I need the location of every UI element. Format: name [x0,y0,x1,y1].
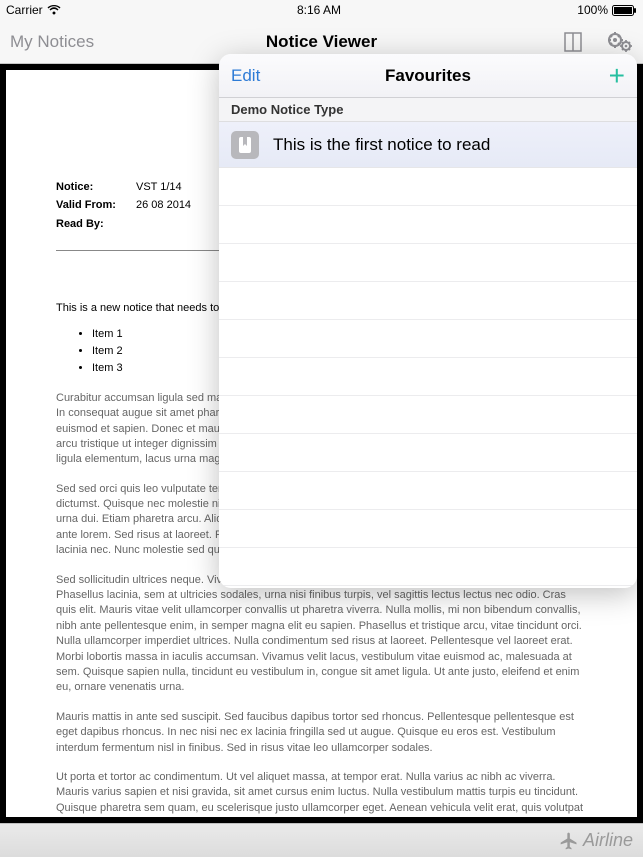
empty-row [219,396,637,434]
settings-icon[interactable] [607,32,633,52]
meta-readby-label: Read By: [56,217,136,232]
empty-row [219,282,637,320]
bottom-bar: Airline [0,823,643,857]
empty-row [219,358,637,396]
empty-row [219,548,637,586]
section-header: Demo Notice Type [219,98,637,122]
brand-text: Airline [583,830,633,851]
airplane-icon [559,831,579,851]
doc-para: Ut porta et tortor ac condimentum. Ut ve… [56,770,587,817]
favourites-popover: Edit Favourites + Demo Notice Type This … [219,54,637,588]
bookmark-icon [231,131,259,159]
back-button[interactable]: My Notices [10,32,94,52]
popover-title: Favourites [219,66,637,86]
status-time: 8:16 AM [297,3,341,17]
doc-para: Mauris mattis in ante sed suscipit. Sed … [56,710,587,756]
empty-row [219,510,637,548]
empty-row [219,244,637,282]
empty-row [219,472,637,510]
status-left: Carrier [6,3,61,17]
page-title: Notice Viewer [0,32,643,52]
favourite-title: This is the first notice to read [273,135,490,155]
meta-valid-label: Valid From: [56,198,136,213]
favourite-row[interactable]: This is the first notice to read [219,122,637,168]
empty-row [219,206,637,244]
meta-notice-label: Notice: [56,180,136,195]
favourites-list[interactable]: This is the first notice to read [219,122,637,588]
battery-icon [612,5,637,16]
bookmarks-icon[interactable] [561,31,585,53]
wifi-icon [47,5,61,15]
edit-button[interactable]: Edit [231,66,260,86]
doc-para: Sed sollicitudin ultrices neque. Vivamus… [56,573,587,696]
carrier-label: Carrier [6,3,43,17]
empty-row [219,168,637,206]
add-button[interactable]: + [609,62,625,90]
popover-header: Edit Favourites + [219,54,637,98]
empty-row [219,434,637,472]
meta-valid-value: 26 08 2014 [136,198,191,213]
status-bar: Carrier 8:16 AM 100% [0,0,643,20]
empty-row [219,320,637,358]
status-right: 100% [577,3,637,17]
meta-notice-value: VST 1/14 [136,180,182,195]
brand-logo: Airline [559,830,633,851]
battery-percent: 100% [577,3,608,17]
